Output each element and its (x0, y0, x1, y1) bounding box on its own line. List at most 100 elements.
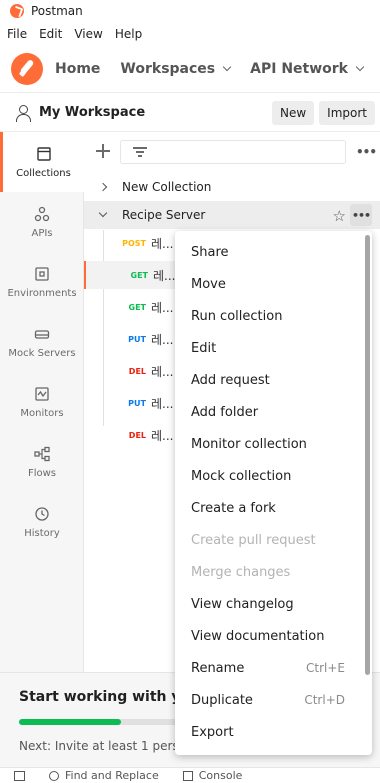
progress-fill (19, 719, 121, 725)
console-button[interactable]: Console (199, 769, 243, 782)
menu-help[interactable]: Help (115, 27, 142, 41)
request-name: 레... (151, 396, 174, 411)
request-method: GET (128, 302, 147, 312)
environments-icon (35, 266, 49, 281)
request-item[interactable]: POST 레... (84, 229, 180, 257)
import-button[interactable]: Import (319, 100, 375, 125)
sidebar-item-label: Flows (27, 467, 57, 479)
postman-logo-icon[interactable] (11, 52, 43, 85)
request-name: 레... (151, 300, 174, 315)
sidebar-item-label: Monitors (20, 407, 64, 419)
mock-servers-icon (34, 329, 50, 339)
collection-name: Recipe Server (122, 208, 206, 222)
request-name: 레... (151, 332, 174, 347)
collections-icon (36, 146, 51, 161)
chevron-down-icon (222, 62, 232, 71)
sidebar-item-history[interactable]: History (0, 492, 84, 552)
menu-view[interactable]: View (74, 27, 102, 41)
request-name: 레... (151, 428, 174, 443)
search-icon (49, 770, 59, 781)
menu-file[interactable]: File (7, 27, 27, 41)
nav-workspaces-label: Workspaces (120, 60, 216, 77)
request-item[interactable]: PUT 레... (84, 389, 180, 417)
plus-icon[interactable] (96, 144, 110, 158)
context-menu-label: View documentation (191, 628, 325, 644)
sidebar-item-apis[interactable]: APIs (0, 192, 84, 252)
context-menu-item[interactable]: Rename Ctrl+E (175, 652, 363, 684)
context-menu-item[interactable]: Move (175, 268, 363, 300)
request-item[interactable]: GET 레... (84, 293, 180, 321)
context-menu-item[interactable]: Add request (175, 364, 363, 396)
context-menu-item[interactable]: View changelog (175, 588, 363, 620)
request-name: 레... (151, 364, 174, 379)
nav-workspaces[interactable]: Workspaces (120, 60, 232, 77)
chevron-down-icon (355, 62, 365, 71)
sidebar-item-mock-servers[interactable]: Mock Servers (0, 312, 84, 372)
context-menu-scrollbar[interactable] (365, 235, 370, 675)
context-menu-item[interactable]: Edit (175, 332, 363, 364)
sidebar-toggle-icon[interactable] (14, 770, 25, 781)
context-menu-label: Create a fork (191, 500, 276, 516)
context-menu-item[interactable]: View documentation (175, 620, 363, 652)
request-item[interactable]: GET 레... (84, 261, 180, 289)
context-menu-label: Export (191, 724, 234, 740)
context-menu-item[interactable]: Create a fork (175, 492, 363, 524)
request-name: 레... (153, 268, 176, 283)
title-bar: Postman (0, 0, 380, 22)
request-name: 레... (151, 236, 174, 251)
user-icon (15, 104, 31, 122)
sidebar-item-environments[interactable]: Environments (0, 252, 84, 312)
context-menu-item[interactable]: Add folder (175, 396, 363, 428)
request-method: POST (122, 238, 146, 248)
nav-home[interactable]: Home (55, 61, 100, 77)
sidebar-item-label: APIs (31, 227, 53, 239)
filter-input[interactable] (120, 140, 346, 164)
nav-api-network[interactable]: API Network (250, 61, 365, 77)
collections-toolbar: ••• (84, 140, 380, 166)
workspace-title[interactable]: My Workspace (39, 105, 272, 120)
context-menu-label: Create pull request (191, 532, 316, 548)
context-menu-label: View changelog (191, 596, 294, 612)
sidebar-item-flows[interactable]: Flows (0, 432, 84, 492)
menu-edit[interactable]: Edit (39, 27, 62, 41)
sidebar-item-collections[interactable]: Collections (0, 132, 84, 192)
request-item[interactable]: DEL 레... (84, 421, 180, 449)
context-menu-label: Merge changes (191, 564, 291, 580)
console-icon (182, 770, 193, 781)
chevron-down-icon (98, 208, 108, 218)
status-bar: Find and Replace Console (0, 767, 380, 783)
context-menu-item[interactable]: Share (175, 236, 363, 268)
context-menu-item[interactable]: Monitor collection (175, 428, 363, 460)
tree-item-new-collection[interactable]: New Collection (84, 173, 380, 201)
sidebar-item-label: Mock Servers (8, 347, 76, 359)
collection-more-button[interactable]: ••• (350, 204, 372, 226)
request-method: GET (130, 270, 149, 280)
sidebar-item-monitors[interactable]: Monitors (0, 372, 84, 432)
tree-item-recipe-server[interactable]: Recipe Server ☆ ••• (84, 201, 380, 229)
history-icon (35, 506, 49, 521)
apis-icon (34, 206, 50, 221)
request-item[interactable]: PUT 레... (84, 325, 180, 353)
context-menu-label: Add folder (191, 404, 259, 420)
context-menu-item: Merge changes (175, 556, 363, 588)
star-icon[interactable]: ☆ (333, 207, 346, 225)
context-menu-item[interactable]: Export (175, 716, 363, 748)
app-header: Home Workspaces API Network R (0, 45, 380, 93)
chevron-right-icon (98, 182, 108, 192)
workspace-bar: My Workspace New Import (0, 94, 380, 132)
context-menu-item[interactable]: Duplicate Ctrl+D (175, 684, 363, 716)
sidebar-item-label: History (24, 527, 60, 539)
context-menu-item[interactable]: Run collection (175, 300, 363, 332)
request-item[interactable]: DEL 레... (84, 357, 180, 385)
sidebar-item-label: Environments (7, 287, 77, 299)
context-menu-shortcut: Ctrl+D (304, 693, 345, 707)
context-menu-item[interactable]: Mock collection (175, 460, 363, 492)
filter-icon (133, 147, 147, 157)
onboarding-next[interactable]: Next: Invite at least 1 perso (19, 739, 186, 753)
more-options-icon[interactable]: ••• (356, 145, 377, 159)
menu-bar: File Edit View Help (0, 23, 380, 45)
nav-home-label: Home (55, 60, 101, 77)
find-replace-button[interactable]: Find and Replace (65, 769, 159, 782)
new-button[interactable]: New (271, 100, 315, 125)
context-menu-shortcut: Ctrl+E (306, 661, 345, 675)
